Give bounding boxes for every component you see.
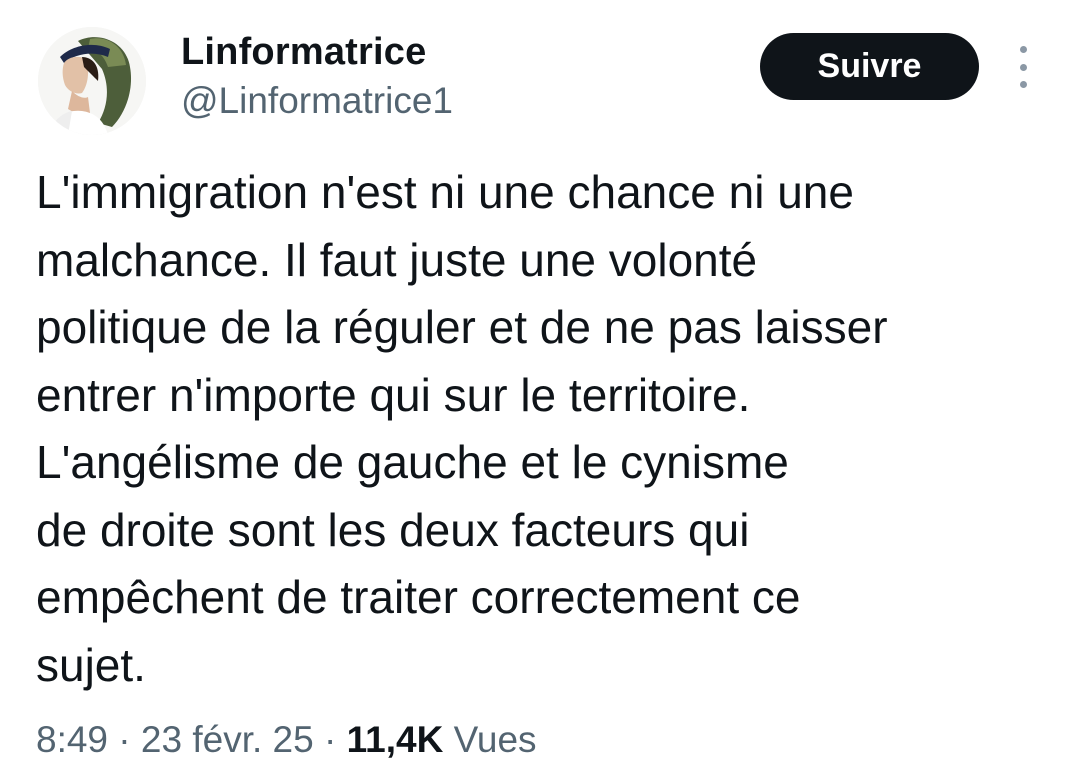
meta-separator: · [313,719,347,760]
tweet-time[interactable]: 8:49 [36,719,108,760]
tweet-date[interactable]: 23 févr. 25 [141,719,314,760]
tweet-text-line: empêchent de traiter correctement ce [36,571,801,623]
ellipsis-dot [1019,81,1027,88]
tweet-text-line: de droite sont les deux facteurs qui [36,503,750,556]
views-count: 11,4K [346,719,444,760]
tweet-text-line: politique de la réguler et de ne pas lai… [36,301,888,353]
tweet-text-line: entrer n'importe qui sur le territoire. [36,368,751,421]
author-handle[interactable]: @Linformatrice1 [181,79,453,123]
tweet-text: L'immigration n'est ni une chance ni une… [36,159,1056,699]
tweet-meta: 8:49 · 23 févr. 25 · 11,4K Vues [36,716,537,764]
avatar[interactable] [38,27,146,135]
tweet-text-line: L'immigration n'est ni une chance ni une [36,166,854,218]
woman-with-headscarf-avatar [38,27,146,135]
ellipsis-dot [1019,46,1027,53]
views-label: Vues [453,719,537,760]
tweet-card: Linformatrice @Linformatrice1 Suivre L'i… [0,0,1080,782]
author-display-name[interactable]: Linformatrice [181,30,426,74]
tweet-text-line: malchance. Il faut juste une volonté [36,233,758,286]
tweet-text-line: sujet. [36,638,146,691]
ellipsis-dot [1019,63,1027,71]
tweet-text-line: L'angélisme de gauche et le cynisme [36,436,789,488]
meta-separator: · [108,719,141,760]
vertical-ellipsis-icon[interactable] [1008,46,1038,88]
follow-button[interactable]: Suivre [760,33,979,100]
